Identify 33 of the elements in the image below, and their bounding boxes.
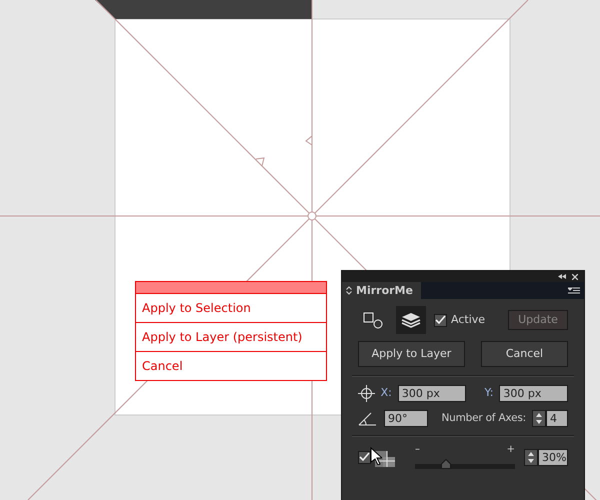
- y-label: Y:: [484, 385, 494, 402]
- plus-label: +: [506, 445, 515, 455]
- crosshair-icon: [358, 385, 375, 402]
- slider-thumb[interactable]: [441, 459, 451, 469]
- opacity-field[interactable]: 30%: [538, 448, 568, 466]
- stepper-arrows-icon: [525, 450, 537, 465]
- close-icon[interactable]: [572, 274, 578, 280]
- active-label: Active: [451, 312, 486, 328]
- stepper-arrows-icon: [533, 411, 545, 426]
- overlay-checkbox[interactable]: [358, 450, 371, 464]
- x-field[interactable]: 300 px: [398, 385, 466, 402]
- axes-field[interactable]: 4: [546, 410, 568, 427]
- apply-to-layer-button[interactable]: Apply to Layer: [358, 341, 465, 367]
- x-label: X:: [380, 385, 392, 402]
- axes-stepper[interactable]: [532, 410, 546, 427]
- active-checkbox[interactable]: [434, 314, 447, 326]
- minus-label: –: [415, 445, 420, 455]
- number-of-axes-label: Number of Axes:: [441, 410, 526, 426]
- cancel-button[interactable]: Cancel: [480, 341, 568, 367]
- opacity-slider[interactable]: [415, 459, 515, 469]
- angle-icon: [358, 412, 378, 426]
- y-field[interactable]: 300 px: [499, 385, 568, 402]
- panel-menu-icon[interactable]: [568, 286, 580, 294]
- cursor-icon: [370, 447, 382, 465]
- panel-title: MirrorMe: [356, 283, 413, 299]
- collapse-icon[interactable]: [558, 274, 566, 279]
- square-circle-icon: [362, 311, 384, 329]
- angle-field[interactable]: 90°: [384, 410, 428, 427]
- panel-tab[interactable]: MirrorMe: [342, 282, 421, 299]
- layers-mode-button[interactable]: [396, 306, 426, 334]
- sort-arrows-icon: [346, 286, 352, 295]
- opacity-stepper[interactable]: [524, 448, 538, 466]
- layers-icon: [401, 312, 421, 328]
